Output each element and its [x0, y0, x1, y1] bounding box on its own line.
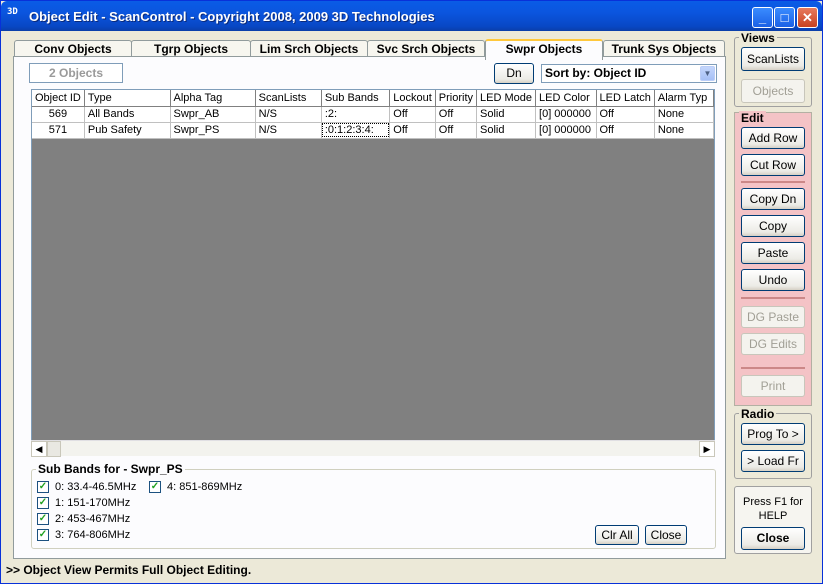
copy-dn-button[interactable]: Copy Dn: [741, 188, 805, 210]
close-window-button[interactable]: ✕: [797, 7, 818, 28]
col-header-sub-bands[interactable]: Sub Bands: [321, 90, 391, 107]
checkmark-icon: ✓: [37, 497, 49, 509]
dg-paste-button[interactable]: DG Paste: [741, 306, 805, 328]
cell-priority[interactable]: Off: [435, 122, 478, 139]
cell-alpha-tag[interactable]: Swpr_PS: [170, 122, 256, 139]
grid-horizontal-scrollbar[interactable]: ◀ ▶: [31, 440, 715, 457]
cell-alarm-type[interactable]: None: [654, 106, 714, 123]
app-icon: 3D: [7, 7, 18, 17]
close-button[interactable]: Close: [741, 527, 805, 550]
cell-led-mode[interactable]: Solid: [476, 122, 537, 139]
col-header-led-mode[interactable]: LED Mode: [476, 90, 537, 107]
subband-4-checkbox[interactable]: ✓ 4: 851-869MHz: [149, 481, 242, 493]
undo-button[interactable]: Undo: [741, 269, 805, 291]
cell-type[interactable]: Pub Safety: [84, 122, 171, 139]
add-row-button[interactable]: Add Row: [741, 127, 805, 149]
maximize-button[interactable]: □: [774, 7, 795, 28]
cell-scanlists[interactable]: N/S: [255, 106, 322, 123]
chevron-down-icon[interactable]: ▼: [700, 66, 715, 81]
checkmark-icon: ✓: [37, 481, 49, 493]
cut-row-button[interactable]: Cut Row: [741, 154, 805, 176]
title-bar[interactable]: 3D Object Edit - ScanControl - Copyright…: [1, 1, 822, 31]
dg-edits-button[interactable]: DG Edits: [741, 333, 805, 355]
objects-grid[interactable]: Object ID Type Alpha Tag ScanLists Sub B…: [31, 89, 715, 456]
load-fr-button[interactable]: > Load Fr: [741, 450, 805, 472]
cell-alarm-type[interactable]: None: [654, 122, 714, 139]
col-header-priority[interactable]: Priority: [435, 90, 478, 107]
subband-2-checkbox[interactable]: ✓ 2: 453-467MHz: [37, 513, 130, 525]
help-text-line1: Press F1 for: [743, 496, 803, 508]
col-header-led-color[interactable]: LED Color: [535, 90, 597, 107]
cell-object-id[interactable]: 569: [32, 106, 85, 123]
paste-button[interactable]: Paste: [741, 242, 805, 264]
subband-label: 4: 851-869MHz: [167, 481, 243, 493]
table-row[interactable]: 569 All Bands Swpr_AB N/S :2: Off Off So…: [32, 106, 714, 123]
cell-scanlists[interactable]: N/S: [255, 122, 322, 139]
subband-3-checkbox[interactable]: ✓ 3: 764-806MHz: [37, 529, 130, 541]
scroll-thumb[interactable]: [47, 441, 61, 457]
subband-label: 1: 151-170MHz: [55, 497, 131, 509]
col-header-lockout[interactable]: Lockout: [389, 90, 436, 107]
cell-alpha-tag[interactable]: Swpr_AB: [170, 106, 256, 123]
print-button[interactable]: Print: [741, 375, 805, 397]
subband-0-checkbox[interactable]: ✓ 0: 33.4-46.5MHz: [37, 481, 136, 493]
subband-1-checkbox[interactable]: ✓ 1: 151-170MHz: [37, 497, 130, 509]
sort-select-value: Sort by: Object ID: [545, 66, 647, 80]
object-edit-window: 3D Object Edit - ScanControl - Copyright…: [0, 0, 823, 584]
table-row[interactable]: 571 Pub Safety Swpr_PS N/S :0:1:2:3:4: O…: [32, 122, 714, 139]
separator: [741, 367, 805, 369]
minimize-button[interactable]: _: [752, 7, 773, 28]
grid-header-row: Object ID Type Alpha Tag ScanLists Sub B…: [32, 90, 714, 107]
object-count: 2 Objects: [29, 63, 123, 83]
radio-title: Radio: [739, 407, 777, 421]
checkmark-icon: ✓: [37, 529, 49, 541]
checkmark-icon: ✓: [37, 513, 49, 525]
separator: [741, 181, 805, 183]
col-header-type[interactable]: Type: [84, 90, 171, 107]
tab-swpr-objects[interactable]: Swpr Objects: [485, 39, 603, 60]
cell-led-mode[interactable]: Solid: [476, 106, 537, 123]
cell-priority[interactable]: Off: [435, 106, 478, 123]
views-title: Views: [739, 31, 777, 45]
cell-led-color[interactable]: [0] 000000: [535, 122, 597, 139]
cell-type[interactable]: All Bands: [84, 106, 171, 123]
cell-lockout[interactable]: Off: [389, 106, 436, 123]
separator: [741, 297, 805, 299]
cell-sub-bands[interactable]: :0:1:2:3:4:: [321, 122, 391, 139]
objects-button[interactable]: Objects: [741, 79, 805, 103]
scroll-left-icon[interactable]: ◀: [31, 441, 47, 457]
subband-label: 2: 453-467MHz: [55, 513, 131, 525]
dn-button[interactable]: Dn: [494, 63, 534, 84]
cell-object-id[interactable]: 571: [32, 122, 85, 139]
checkmark-icon: ✓: [149, 481, 161, 493]
window-title: Object Edit - ScanControl - Copyright 20…: [29, 9, 435, 24]
subbands-title: Sub Bands for - Swpr_PS: [36, 462, 185, 476]
copy-button[interactable]: Copy: [741, 215, 805, 237]
sort-select[interactable]: Sort by: Object ID ▼: [541, 64, 717, 83]
cell-led-latch[interactable]: Off: [596, 122, 655, 139]
cell-sub-bands[interactable]: :2:: [321, 106, 391, 123]
col-header-object-id[interactable]: Object ID: [32, 90, 85, 107]
cell-lockout[interactable]: Off: [389, 122, 436, 139]
scanlists-button[interactable]: ScanLists: [741, 47, 805, 71]
col-header-alarm-type[interactable]: Alarm Typ: [654, 90, 714, 107]
cell-led-latch[interactable]: Off: [596, 106, 655, 123]
col-header-led-latch[interactable]: LED Latch: [596, 90, 655, 107]
subband-label: 0: 33.4-46.5MHz: [55, 481, 137, 493]
help-text-line2: HELP: [758, 510, 788, 522]
clear-all-button[interactable]: Clr All: [595, 525, 639, 545]
prog-to-button[interactable]: Prog To >: [741, 423, 805, 445]
col-header-scanlists[interactable]: ScanLists: [255, 90, 322, 107]
scroll-right-icon[interactable]: ▶: [699, 441, 715, 457]
cell-led-color[interactable]: [0] 000000: [535, 106, 597, 123]
col-header-alpha-tag[interactable]: Alpha Tag: [170, 90, 256, 107]
subbands-close-button[interactable]: Close: [645, 525, 687, 545]
subband-label: 3: 764-806MHz: [55, 529, 131, 541]
status-bar: >> Object View Permits Full Object Editi…: [6, 563, 252, 577]
edit-title: Edit: [739, 111, 766, 125]
